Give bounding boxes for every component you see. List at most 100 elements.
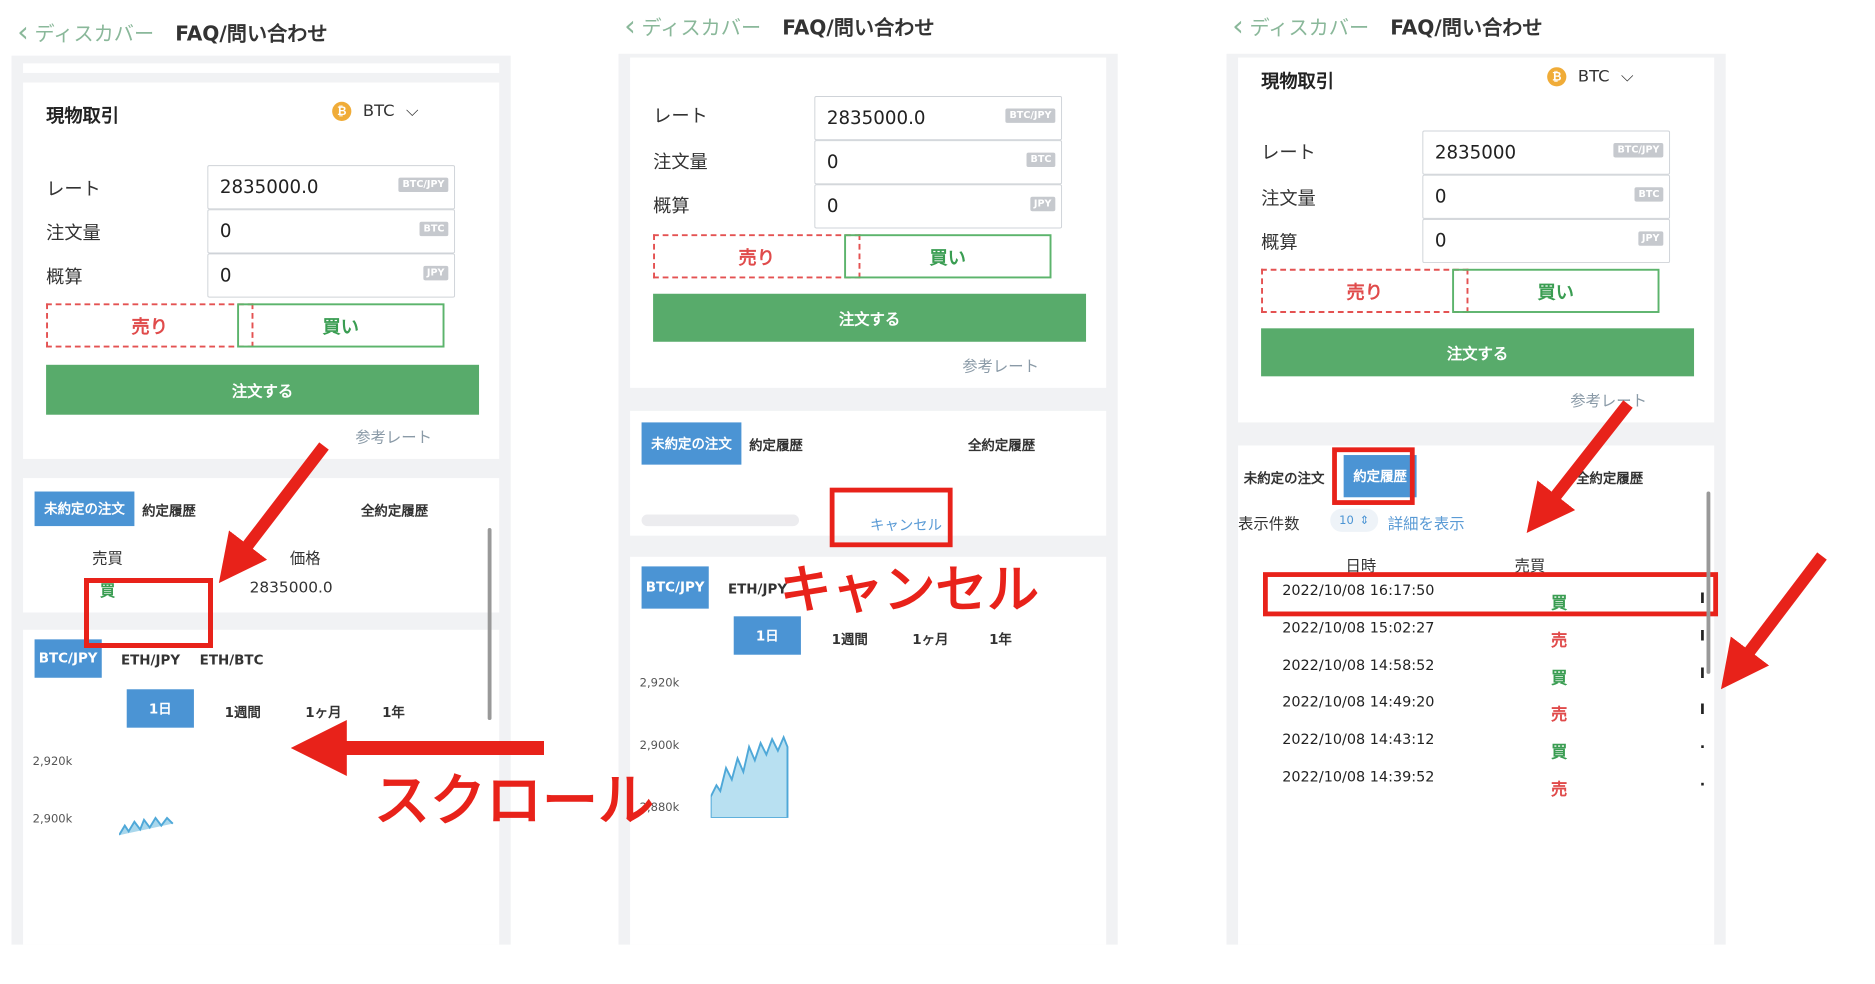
- count-select[interactable]: 10 ⇕: [1330, 508, 1379, 532]
- updown-icon: ⇕: [1359, 513, 1370, 528]
- y-tick: 2,920k: [639, 675, 680, 690]
- rate-label: レート: [46, 178, 101, 200]
- trade-title: 現物取引: [1261, 71, 1335, 93]
- tab-all-history[interactable]: 全約定履歴: [1576, 468, 1643, 487]
- range-1m[interactable]: 1ヶ月: [912, 630, 948, 649]
- rate-label: レート: [1261, 142, 1316, 164]
- order-button[interactable]: 注文する: [46, 364, 480, 415]
- estimate-input[interactable]: 0 JPY: [1422, 218, 1671, 264]
- trade-title: 現物取引: [46, 105, 120, 127]
- history-row: 2022/10/08 14:43:12 買 ·: [1282, 730, 1706, 763]
- count-label: 表示件数: [1238, 514, 1300, 533]
- tab-open-orders[interactable]: 未約定の注文: [34, 491, 135, 527]
- rate-label: レート: [653, 105, 708, 127]
- rate-input[interactable]: 2835000.0 BTC/JPY: [814, 96, 1063, 141]
- highlight-history-tab: [1332, 447, 1415, 505]
- pair-ethjpy[interactable]: ETH/JPY: [728, 582, 787, 597]
- order-button[interactable]: 注文する: [653, 293, 1087, 342]
- sell-button[interactable]: 売り: [46, 303, 254, 348]
- range-1w[interactable]: 1週間: [225, 703, 261, 722]
- range-1d[interactable]: 1日: [126, 689, 194, 728]
- tab-all-history[interactable]: 全約定履歴: [361, 501, 428, 520]
- scrollbar[interactable]: [487, 528, 492, 720]
- history-row: 2022/10/08 14:39:52 売 ·: [1282, 768, 1706, 800]
- order-row-price: 2835000.0: [249, 577, 333, 597]
- history-row: 2022/10/08 14:49:20 売 I: [1282, 693, 1706, 725]
- trade-card: レート 2835000.0 BTC/JPY 注文量 0 BTC 概算 0 JPY 売り…: [630, 57, 1107, 388]
- chevron-left-icon: ‹: [1232, 9, 1244, 44]
- faq-link[interactable]: FAQ/問い合わせ: [782, 12, 934, 41]
- chevron-left-icon: ‹: [624, 9, 636, 44]
- buy-button[interactable]: 買い: [237, 303, 445, 348]
- tab-open-orders[interactable]: 未約定の注文: [641, 422, 742, 465]
- tab-trade-history[interactable]: 約定履歴: [749, 436, 803, 455]
- price-chart-area: [710, 734, 789, 818]
- sell-button[interactable]: 売り: [1261, 268, 1469, 313]
- top-nav: ‹ ディスカバー FAQ/問い合わせ: [17, 13, 327, 51]
- qty-input[interactable]: 0 BTC: [207, 209, 456, 254]
- chevron-left-icon: ‹: [17, 15, 29, 49]
- back-link[interactable]: ‹ ディスカバー: [1232, 12, 1369, 41]
- pair-ethbtc[interactable]: ETH/BTC: [200, 653, 264, 668]
- annotation-scroll: スクロール: [374, 769, 654, 834]
- highlight-open-orders-tab: [84, 578, 213, 648]
- currency-select[interactable]: ₿ BTC ⌵: [1547, 67, 1634, 87]
- range-1m[interactable]: 1ヶ月: [305, 703, 341, 722]
- buy-button[interactable]: 買い: [1452, 268, 1660, 313]
- detail-link[interactable]: 詳細を表示: [1388, 511, 1465, 534]
- chevron-down-icon: ⌵: [406, 101, 419, 121]
- qty-input[interactable]: 0 BTC: [1422, 174, 1671, 219]
- y-tick: 2,900k: [639, 738, 680, 752]
- pair-ethjpy[interactable]: ETH/JPY: [121, 653, 180, 668]
- estimate-label: 概算: [46, 266, 83, 288]
- faq-link[interactable]: FAQ/問い合わせ: [1390, 12, 1542, 41]
- range-1y[interactable]: 1年: [989, 630, 1012, 649]
- top-nav: ‹ ディスカバー FAQ/問い合わせ: [1232, 8, 1542, 46]
- order-button[interactable]: 注文する: [1261, 328, 1695, 377]
- loading-bar: [641, 514, 799, 527]
- estimate-input[interactable]: 0 JPY: [814, 184, 1063, 229]
- range-1y[interactable]: 1年: [382, 703, 405, 722]
- panel-2: ‹ ディスカバー FAQ/問い合わせ レート 2835000.0 BTC/JPY 注…: [607, 0, 1207, 984]
- buy-button[interactable]: 買い: [844, 234, 1052, 279]
- estimate-input[interactable]: 0 JPY: [207, 253, 456, 298]
- trade-card: 現物取引 ₿ BTC ⌵ レート 2835000.0 BTC/JPY 注文量 0B…: [23, 82, 500, 459]
- trade-card: 現物取引 ₿ BTC ⌵ レート 2835000 BTC/JPY 注文量 0 BTC…: [1238, 57, 1715, 423]
- card-edge: [23, 63, 500, 73]
- top-nav: ‹ ディスカバー FAQ/問い合わせ: [624, 8, 934, 46]
- reference-rate-link[interactable]: 参考レート: [1570, 388, 1647, 411]
- pair-btcjpy[interactable]: BTC/JPY: [641, 566, 709, 609]
- qty-input[interactable]: 0 BTC: [814, 140, 1063, 185]
- tab-open-orders[interactable]: 未約定の注文: [1244, 468, 1325, 487]
- tab-all-history[interactable]: 全約定履歴: [968, 436, 1035, 455]
- back-link[interactable]: ‹ ディスカバー: [17, 18, 154, 47]
- back-link[interactable]: ‹ ディスカバー: [624, 12, 761, 41]
- scrollbar[interactable]: [1706, 491, 1711, 674]
- y-tick: 2,920k: [32, 754, 73, 768]
- qty-label: 注文量: [653, 151, 708, 173]
- bitcoin-icon: ₿: [1547, 67, 1567, 87]
- faq-link[interactable]: FAQ/問い合わせ: [175, 18, 327, 47]
- annotation-cancel: キャンセル: [779, 559, 1039, 621]
- sell-button[interactable]: 売り: [653, 234, 861, 279]
- highlight-latest-row: [1263, 572, 1719, 617]
- reference-rate-link[interactable]: 参考レート: [355, 424, 432, 447]
- qty-label: 注文量: [46, 222, 101, 244]
- highlight-cancel: [829, 487, 953, 548]
- qty-label: 注文量: [1261, 188, 1316, 210]
- reference-rate-link[interactable]: 参考レート: [962, 353, 1039, 376]
- col-side: 売買: [92, 549, 123, 568]
- rate-input[interactable]: 2835000.0 BTC/JPY: [207, 165, 456, 210]
- y-tick: 2,900k: [32, 812, 73, 826]
- currency-select[interactable]: ₿ BTC ⌵: [332, 101, 419, 121]
- panel-3: ‹ ディスカバー FAQ/問い合わせ 現物取引 ₿ BTC ⌵ レート 28350…: [1215, 0, 1815, 984]
- tab-trade-history[interactable]: 約定履歴: [142, 501, 196, 520]
- range-1w[interactable]: 1週間: [832, 630, 868, 649]
- history-row: 2022/10/08 14:58:52 買 I: [1282, 656, 1706, 689]
- chevron-down-icon: ⌵: [1621, 67, 1634, 87]
- estimate-label: 概算: [1261, 232, 1298, 254]
- bitcoin-icon: ₿: [332, 101, 352, 121]
- rate-input[interactable]: 2835000 BTC/JPY: [1422, 130, 1671, 175]
- price-chart-line: [119, 816, 174, 836]
- estimate-label: 概算: [653, 195, 690, 217]
